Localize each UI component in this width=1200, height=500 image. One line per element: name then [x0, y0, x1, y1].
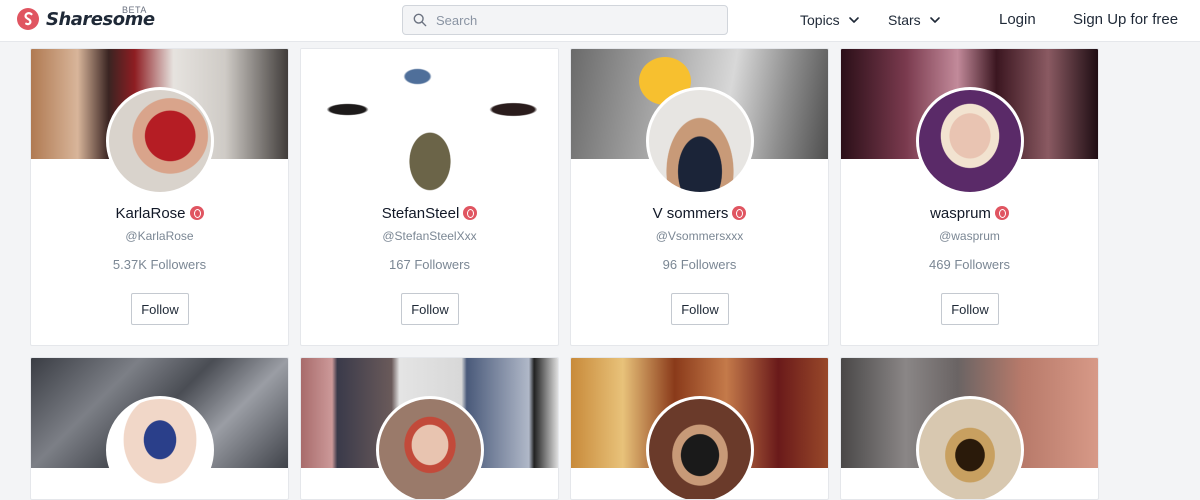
- avatar[interactable]: [376, 87, 484, 195]
- signup-link[interactable]: Sign Up for free: [1073, 11, 1178, 28]
- avatar[interactable]: [106, 396, 214, 499]
- avatar[interactable]: [646, 396, 754, 499]
- stars-label: Stars: [888, 12, 921, 28]
- profile-card[interactable]: V sommers @Vsommersxxx 96 Followers Foll…: [570, 48, 829, 346]
- follow-button[interactable]: Follow: [131, 293, 189, 325]
- profile-name[interactable]: KarlaRose: [31, 205, 288, 222]
- sharesome-logo-icon: [17, 8, 39, 30]
- profile-name[interactable]: wasprum: [841, 205, 1098, 222]
- chevron-down-icon: [929, 17, 940, 23]
- follower-count: 5.37K Followers: [112, 257, 207, 272]
- follow-button[interactable]: Follow: [401, 293, 459, 325]
- verified-badge-icon: [189, 206, 204, 220]
- profile-name[interactable]: StefanSteel: [301, 205, 558, 222]
- follower-count: 167 Followers: [389, 257, 470, 272]
- search-icon: [413, 13, 427, 27]
- follow-button[interactable]: Follow: [671, 293, 729, 325]
- beta-label: BETA: [122, 5, 147, 15]
- follower-count: 469 Followers: [929, 257, 1010, 272]
- profile-card[interactable]: [300, 357, 559, 500]
- brand-logo[interactable]: Sharesome BETA: [16, 5, 155, 31]
- profile-card[interactable]: [570, 357, 829, 500]
- profile-handle: @wasprum: [939, 229, 1000, 243]
- avatar[interactable]: [376, 396, 484, 499]
- profile-card[interactable]: KarlaRose @KarlaRose 5.37K Followers Fol…: [30, 48, 289, 346]
- top-nav-bar: Sharesome BETA Topics Stars Login Sign U…: [0, 0, 1200, 42]
- topics-dropdown[interactable]: Topics: [800, 12, 860, 28]
- stars-dropdown[interactable]: Stars: [888, 12, 941, 28]
- verified-badge-icon: [994, 206, 1009, 220]
- avatar[interactable]: [916, 87, 1024, 195]
- profile-handle: @KarlaRose: [125, 229, 194, 243]
- profile-handle: @Vsommersxxx: [655, 229, 744, 243]
- avatar[interactable]: [916, 396, 1024, 499]
- profile-card[interactable]: StefanSteel @StefanSteelXxx 167 Follower…: [300, 48, 559, 346]
- avatar[interactable]: [646, 87, 754, 195]
- follower-count: 96 Followers: [662, 257, 737, 272]
- follow-button[interactable]: Follow: [941, 293, 999, 325]
- search-input[interactable]: [436, 12, 716, 28]
- avatar[interactable]: [106, 87, 214, 195]
- chevron-down-icon: [848, 17, 859, 23]
- topics-label: Topics: [800, 12, 840, 28]
- verified-badge-icon: [732, 206, 747, 220]
- profile-card[interactable]: [840, 357, 1099, 500]
- profile-card[interactable]: wasprum @wasprum 469 Followers Follow: [840, 48, 1099, 346]
- search-bar[interactable]: [402, 5, 728, 35]
- profile-name[interactable]: V sommers: [571, 205, 828, 222]
- verified-badge-icon: [463, 206, 478, 220]
- login-link[interactable]: Login: [999, 11, 1036, 28]
- profile-handle: @StefanSteelXxx: [382, 229, 477, 243]
- profile-card[interactable]: [30, 357, 289, 500]
